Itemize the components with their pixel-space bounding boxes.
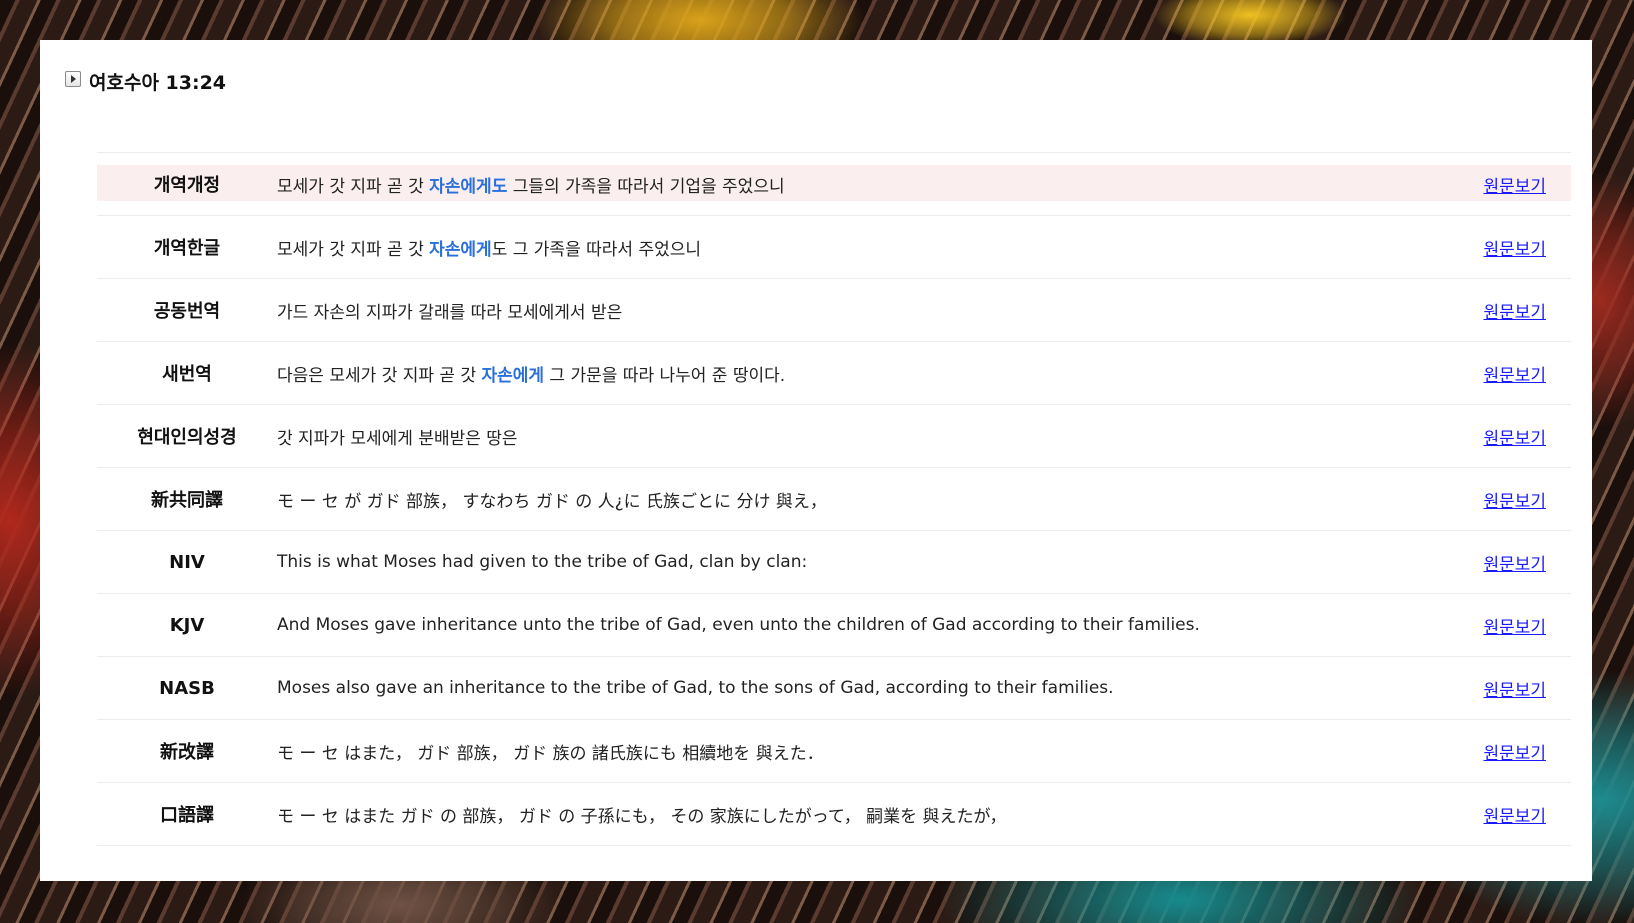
verse-text: モ ー セ はまた ガド の 部族， ガド の 子孫にも， その 家族にしたがっ… [277,806,1007,827]
version-name: 새번역 [162,364,212,385]
version-name: 개역개정 [153,175,221,196]
table-row: 개역개정 모세가 갓 지파 곧 갓 자손에게도 그들의 가족을 따라서 기업을 … [97,153,1571,216]
version-name: 新共同譯 [151,490,223,511]
table-row: 新改譯 モ ー セ はまた， ガド 部族， ガド 族の 諸氏族にも 相續地を 與… [97,720,1571,783]
version-name: KJV [169,614,205,636]
verse-text: 갓 지파가 모세에게 분배받은 땅은 [277,428,518,449]
version-name: 新改譯 [160,742,214,763]
highlighted-word: 자손에게 [481,365,545,386]
highlighted-word: 자손에게 [429,239,492,260]
verse-text: モ ー セ はまた， ガド 部族， ガド 族の 諸氏族にも 相續地を 與えた． [277,743,824,764]
version-name: 현대인의성경 [137,427,237,448]
table-row: 新共同譯 モ ー セ が ガド 部族， すなわち ガド の 人¿に 氏族ごとに … [97,468,1571,531]
table-row: 개역한글 모세가 갓 지파 곧 갓 자손에게도 그 가족을 따라서 주었으니 원… [97,216,1571,279]
view-original-link[interactable]: 원문보기 [1454,235,1546,260]
table-row: 새번역 다음은 모세가 갓 지파 곧 갓 자손에게 그 가문을 따라 나누어 준… [97,342,1571,405]
view-original-link[interactable]: 원문보기 [1454,487,1546,512]
verse-text: 모세가 갓 지파 곧 갓 자손에게도 그 가족을 따라서 주었으니 [277,239,701,260]
verse-text: 가드 자손의 지파가 갈래를 따라 모세에게서 받은 [277,302,623,323]
translation-table: 개역개정 모세가 갓 지파 곧 갓 자손에게도 그들의 가족을 따라서 기업을 … [97,152,1571,846]
version-name: NASB [159,677,215,699]
table-row: NIV This is what Moses had given to the … [97,531,1571,594]
verse-text: This is what Moses had given to the trib… [277,552,808,572]
table-row: NASB Moses also gave an inheritance to t… [97,657,1571,720]
verse-text: モ ー セ が ガド 部族， すなわち ガド の 人¿に 氏族ごとに 分け 與え… [277,491,827,512]
view-original-link[interactable]: 원문보기 [1454,172,1546,197]
table-row: 현대인의성경 갓 지파가 모세에게 분배받은 땅은 원문보기 [97,405,1571,468]
version-name: 개역한글 [153,238,221,259]
table-row: 공동번역 가드 자손의 지파가 갈래를 따라 모세에게서 받은 원문보기 [97,279,1571,342]
expand-arrow-icon[interactable] [65,70,81,87]
view-original-link[interactable]: 원문보기 [1454,550,1546,575]
verse-header: 여호수아 13:24 [65,68,226,95]
table-row: KJV And Moses gave inheritance unto the … [97,594,1571,657]
version-name: NIV [169,551,205,573]
view-original-link[interactable]: 원문보기 [1454,424,1546,449]
version-name: 口語譯 [160,805,214,826]
verse-comparison-panel: 여호수아 13:24 개역개정 모세가 갓 지파 곧 갓 자손에게도 그들의 가… [40,40,1592,881]
verse-title: 여호수아 13:24 [89,72,227,94]
verse-text: Moses also gave an inheritance to the tr… [277,678,1114,698]
verse-text: And Moses gave inheritance unto the trib… [277,615,1200,635]
view-original-link[interactable]: 원문보기 [1454,802,1546,827]
version-name: 공동번역 [153,301,221,322]
view-original-link[interactable]: 원문보기 [1454,613,1546,638]
verse-text: 모세가 갓 지파 곧 갓 자손에게도 그들의 가족을 따라서 기업을 주었으니 [277,176,785,197]
view-original-link[interactable]: 원문보기 [1454,298,1546,323]
highlighted-word: 자손에게도 [429,176,508,197]
view-original-link[interactable]: 원문보기 [1454,361,1546,386]
verse-text: 다음은 모세가 갓 지파 곧 갓 자손에게 그 가문을 따라 나누어 준 땅이다… [277,365,786,386]
view-original-link[interactable]: 원문보기 [1454,739,1546,764]
view-original-link[interactable]: 원문보기 [1454,676,1546,701]
table-row: 口語譯 モ ー セ はまた ガド の 部族， ガド の 子孫にも， その 家族に… [97,783,1571,846]
